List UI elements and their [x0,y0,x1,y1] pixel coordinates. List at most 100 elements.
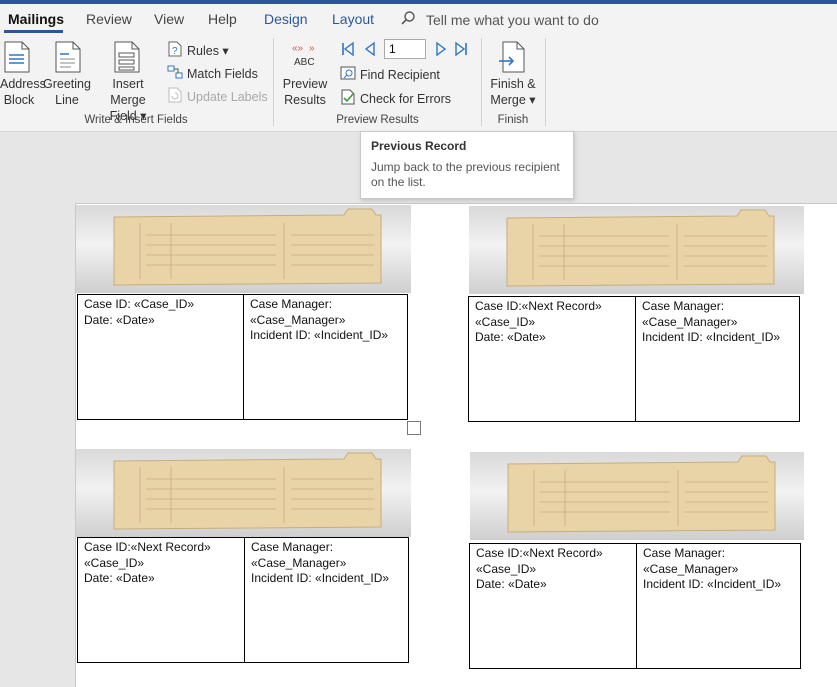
insert-merge-field-label-1: Insert Merge [110,77,146,107]
record-number-input[interactable] [384,39,426,59]
label-right-cell[interactable]: Case Manager: «Case_Manager» Incident ID… [636,297,799,421]
date-field: Date: «Date» [475,330,546,344]
previous-record-button[interactable] [362,41,378,57]
update-labels-label: Update Labels [187,89,268,104]
label-left-cell[interactable]: Case ID: «Case_ID» Date: «Date» [78,295,244,419]
label-right-cell[interactable]: Case Manager: «Case_Manager» Incident ID… [244,295,407,419]
update-labels-icon [167,87,183,106]
first-record-button[interactable] [340,41,356,57]
search-icon [400,10,416,29]
incident-id-field: Incident ID: «Incident_ID» [642,577,782,591]
match-fields-button[interactable]: Match Fields [167,64,258,83]
case-manager-label: Case Manager: [250,297,333,311]
finish-merge-label-1: Finish & [490,77,536,91]
ribbon-tab-row: Mailings Review View Help Design Layout … [0,4,837,34]
match-fields-icon [167,64,183,83]
find-recipient-icon [340,65,356,84]
first-record-icon [342,41,354,57]
label-left-cell[interactable]: Case ID:«Next Record» «Case_ID» Date: «D… [470,544,637,668]
incident-id-field: Incident ID: «Incident_ID» [250,571,390,585]
case-manager-field: «Case_Manager» [250,312,346,327]
group-separator [545,38,546,126]
case-manager-field: «Case_Manager» [641,314,738,329]
tab-layout[interactable]: Layout [332,11,374,27]
rules-button[interactable]: ? Rules ▾ [167,41,229,60]
tooltip-title: Previous Record [371,139,467,153]
case-manager-field: «Case_Manager» [642,561,739,576]
tab-review[interactable]: Review [86,11,132,27]
date-field: Date: «Date» [84,312,155,327]
preview-results-group-label: Preview Results [336,114,419,126]
svg-text:«»: «» [292,43,304,54]
preview-results-label-1: Preview [282,77,328,91]
find-recipient-button[interactable]: Find Recipient [340,65,440,84]
address-block-button[interactable]: Address Block [0,76,46,108]
label-table[interactable]: Case ID:«Next Record» «Case_ID» Date: «D… [469,543,801,669]
tab-view[interactable]: View [154,11,184,27]
case-manager-label: Case Manager: [642,546,726,560]
date-field: Date: «Date» [476,577,547,591]
find-recipient-label: Find Recipient [360,67,440,82]
finish-group-label: Finish [497,114,529,126]
finish-merge-button[interactable]: Finish & Merge ▾ [486,76,540,108]
label-table[interactable]: Case ID:«Next Record» «Case_ID» Date: «D… [468,296,800,422]
finish-merge-label-2: Merge ▾ [490,93,536,107]
write-insert-group-label: Write & Insert Fields [84,114,188,126]
incident-id-field: Incident ID: «Incident_ID» [250,328,389,342]
case-id-field: «Case_ID» [84,555,145,570]
svg-text:?: ? [172,46,178,57]
label-table[interactable]: Case ID:«Next Record» «Case_ID» Date: «D… [77,537,409,663]
label-left-cell[interactable]: Case ID:«Next Record» «Case_ID» Date: «D… [78,538,245,662]
preview-results-label-2: Results [284,93,326,107]
case-id-field: «Case_ID» [476,561,537,576]
folder-image [76,205,411,293]
abc-icon-text: ABC [294,57,315,68]
check-for-errors-icon [340,89,356,108]
tab-mailings[interactable]: Mailings [8,11,64,27]
case-manager-label: Case Manager: [250,540,334,554]
group-separator [273,38,274,126]
label-table[interactable]: Case ID: «Case_ID» Date: «Date» Case Man… [77,294,408,420]
next-record-icon [436,41,447,57]
greeting-line-icon [55,41,81,78]
preview-results-icon: «» » ABC [290,42,320,75]
label-right-cell[interactable]: Case Manager: «Case_Manager» Incident ID… [245,538,408,662]
case-manager-label: Case Manager: [641,299,725,313]
incident-id-field: Incident ID: «Incident_ID» [641,330,781,344]
check-for-errors-label: Check for Errors [360,91,451,106]
case-manager-field: «Case_Manager» [250,555,347,570]
check-for-errors-button[interactable]: Check for Errors [340,89,451,108]
insert-merge-field-icon [114,41,140,78]
case-id-field: Case ID: «Case_ID» [84,297,195,311]
document-page[interactable]: Case ID: «Case_ID» Date: «Date» Case Man… [75,203,837,687]
folder-image [470,452,804,540]
label-left-cell[interactable]: Case ID:«Next Record» «Case_ID» Date: «D… [469,297,636,421]
previous-record-icon [364,41,375,57]
case-id-field: Case ID:«Next Record» [475,299,602,313]
table-resize-handle[interactable] [407,421,421,435]
case-id-field: Case ID:«Next Record» [476,546,603,560]
greeting-line-label-1: Greeting [43,77,91,91]
tab-help[interactable]: Help [208,11,237,27]
rules-label: Rules ▾ [187,44,229,58]
date-field: Date: «Date» [84,571,155,585]
last-record-button[interactable] [453,41,469,57]
previous-record-tooltip: Previous Record Jump back to the previou… [360,131,574,199]
folder-image [76,449,411,537]
greeting-line-button[interactable]: Greeting Line [42,76,92,108]
tooltip-body-line-2: on the list. [371,175,426,189]
update-labels-button[interactable]: Update Labels [167,87,268,106]
svg-text:»: » [309,43,315,54]
next-record-button[interactable] [433,41,449,57]
active-tab-indicator [4,30,63,33]
greeting-line-label-2: Line [55,93,79,107]
mailings-ribbon: Address Block Greeting Line Insert Merge… [0,34,837,132]
tell-me-search[interactable]: Tell me what you want to do [400,10,599,29]
last-record-icon [455,41,467,57]
address-block-label-1: Address [0,77,46,91]
rules-icon: ? [167,41,183,60]
label-right-cell[interactable]: Case Manager: «Case_Manager» Incident ID… [637,544,800,668]
preview-results-button[interactable]: Preview Results [280,76,330,108]
tab-design[interactable]: Design [264,11,308,27]
address-block-icon [4,41,30,78]
